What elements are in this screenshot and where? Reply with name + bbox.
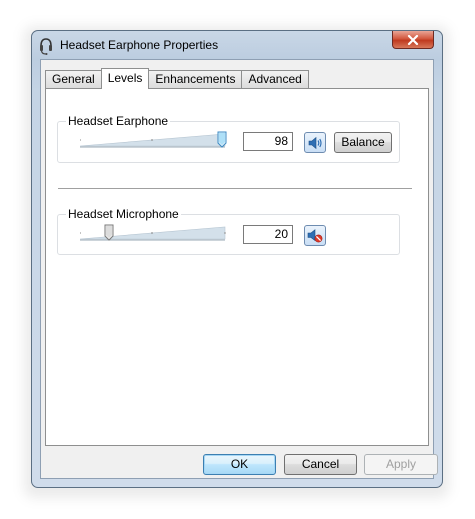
balance-button[interactable]: Balance <box>334 132 392 153</box>
microphone-level-group: Headset Microphone 20 <box>57 207 400 255</box>
title-bar[interactable]: Headset Earphone Properties <box>32 31 442 59</box>
apply-button[interactable]: Apply <box>364 454 438 475</box>
headset-icon <box>38 37 54 55</box>
tab-levels[interactable]: Levels <box>100 68 150 89</box>
earphone-mute-button[interactable] <box>304 132 326 153</box>
earphone-level-value[interactable]: 98 <box>243 132 293 151</box>
earphone-level-group: Headset Earphone 98 Balance <box>57 114 400 163</box>
microphone-level-slider-thumb[interactable] <box>104 224 114 241</box>
microphone-level-slider-track[interactable] <box>80 225 230 241</box>
speaker-muted-icon <box>307 228 323 242</box>
close-icon <box>407 34 419 45</box>
microphone-level-value[interactable]: 20 <box>243 225 293 244</box>
microphone-group-label: Headset Microphone <box>66 207 181 221</box>
levels-separator <box>58 188 412 189</box>
levels-tab-page: Headset Earphone 98 Balance Headset Micr… <box>45 88 429 446</box>
earphone-volume-slider-thumb[interactable] <box>217 131 227 148</box>
tab-advanced[interactable]: Advanced <box>241 70 309 88</box>
ok-button[interactable]: OK <box>203 454 276 475</box>
window-title: Headset Earphone Properties <box>60 38 219 52</box>
tab-strip: General Levels Enhancements Advanced <box>45 68 309 89</box>
tab-enhancements[interactable]: Enhancements <box>148 70 243 88</box>
dialog-client-area: General Levels Enhancements Advanced Hea… <box>40 59 438 479</box>
tab-general[interactable]: General <box>45 70 102 88</box>
microphone-mute-button[interactable] <box>304 225 326 246</box>
properties-dialog: Headset Earphone Properties General Leve… <box>31 30 443 488</box>
earphone-group-label: Headset Earphone <box>66 114 171 128</box>
close-button[interactable] <box>392 31 434 49</box>
speaker-icon <box>308 136 322 149</box>
earphone-volume-slider-track[interactable] <box>80 132 230 148</box>
cancel-button[interactable]: Cancel <box>284 454 357 475</box>
